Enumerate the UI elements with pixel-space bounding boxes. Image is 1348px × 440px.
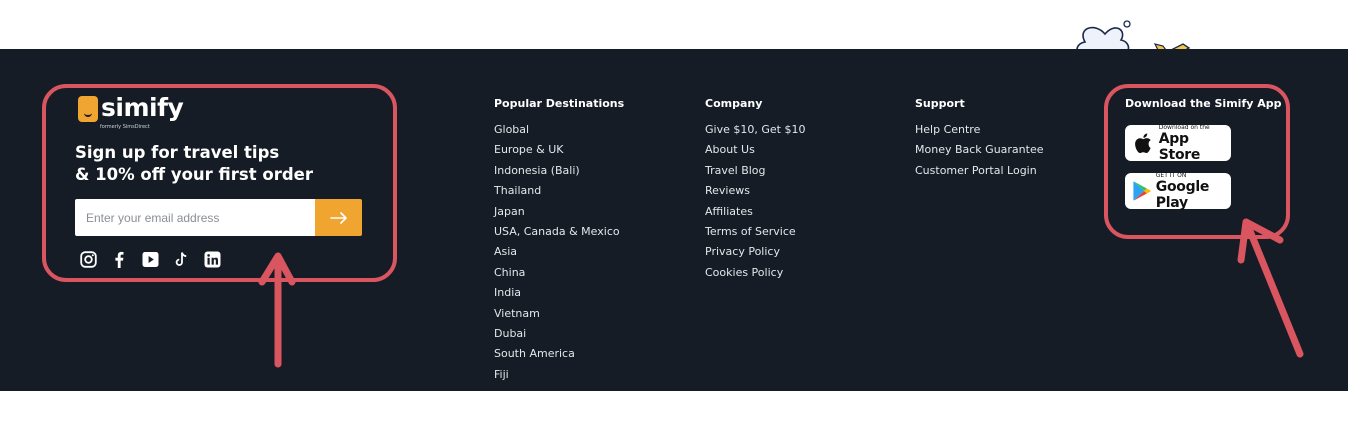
signup-annotation-arrow [258, 252, 296, 368]
app-annotation-arrow [1237, 218, 1304, 358]
app-download-highlight-box [1104, 84, 1290, 239]
annotation-overlay [42, 84, 1304, 368]
signup-highlight-box [42, 84, 397, 282]
